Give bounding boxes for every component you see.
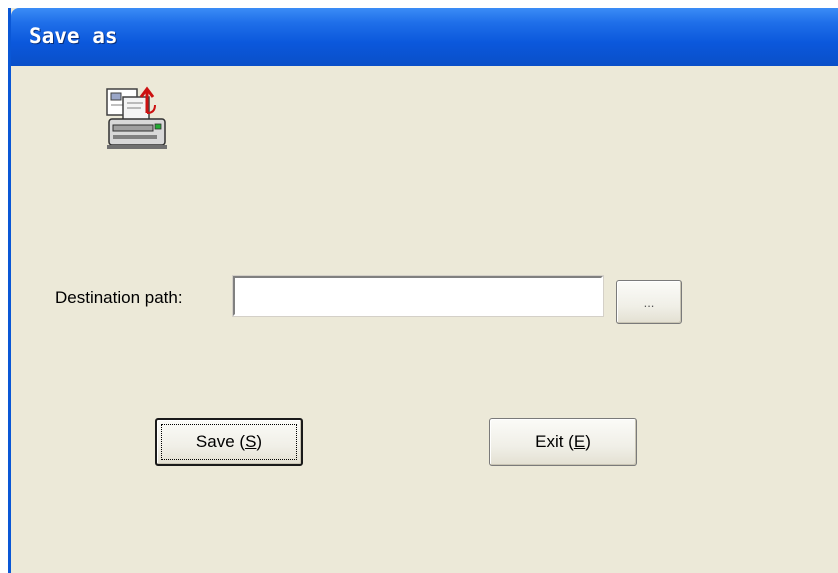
destination-path-input[interactable] bbox=[232, 275, 604, 317]
browse-button-label: ... bbox=[643, 294, 655, 310]
destination-path-label: Destination path: bbox=[55, 288, 183, 307]
save-as-dialog: Save as Destination path: ... Save (S) E… bbox=[8, 8, 838, 573]
title-bar[interactable]: Save as bbox=[11, 8, 838, 66]
exit-button-label: Exit (E) bbox=[535, 432, 591, 451]
save-button[interactable]: Save (S) bbox=[155, 418, 303, 466]
save-printer-icon bbox=[106, 86, 167, 149]
focus-rectangle bbox=[161, 424, 297, 460]
window-title: Save as bbox=[29, 24, 118, 48]
exit-button[interactable]: Exit (E) bbox=[489, 418, 637, 466]
browse-button[interactable]: ... bbox=[616, 280, 682, 324]
